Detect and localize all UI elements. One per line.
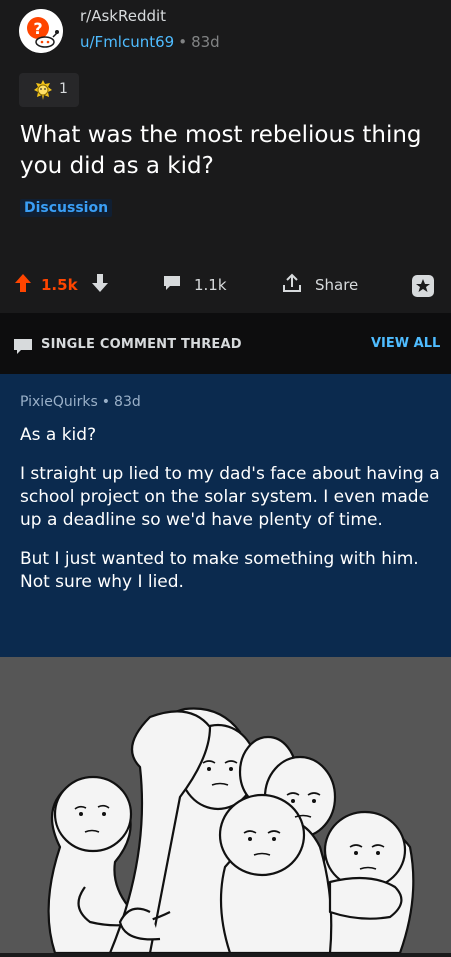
separator-dot: • (101, 394, 111, 410)
post-flair[interactable]: Discussion (20, 199, 113, 217)
comment-paragraph: As a kid? (20, 425, 97, 445)
post-actions: 1.5k 1.1k Share (0, 265, 451, 305)
share-label: Share (315, 276, 359, 294)
comment-age: 83d (114, 394, 141, 410)
award-icon (33, 79, 53, 105)
comment-paragraph: I straight up lied to my dad's face abou… (20, 464, 440, 530)
upvote-icon[interactable] (14, 273, 32, 297)
post-author[interactable]: u/Fmlcunt69 (80, 33, 174, 51)
award-badge[interactable]: 1 (19, 73, 79, 107)
comment-card: PixieQuirks • 83d As a kid? I straight up … (0, 374, 451, 657)
post-title[interactable]: What was the most rebelious thing you di… (20, 120, 430, 182)
comments-button[interactable]: 1.1k (162, 265, 227, 305)
downvote-icon[interactable] (91, 273, 109, 297)
comment-count: 1.1k (194, 276, 227, 294)
thread-label: SINGLE COMMENT THREAD (41, 337, 242, 352)
view-all-link[interactable]: VIEW ALL (371, 336, 440, 351)
subreddit-name[interactable]: r/AskReddit (80, 7, 166, 25)
share-icon (281, 272, 303, 298)
upvote-count: 1.5k (41, 276, 78, 294)
svg-text:?: ? (33, 19, 42, 38)
vote-group: 1.5k (14, 265, 109, 305)
comment-author[interactable]: PixieQuirks (20, 394, 98, 410)
save-icon[interactable] (410, 273, 436, 303)
post-card: ? r/AskReddit u/Fmlcunt69 • 83d 1 What was… (0, 0, 451, 312)
thread-icon (13, 338, 33, 360)
group-hug-meme-image (0, 657, 451, 955)
separator-dot: • (178, 33, 188, 51)
award-count: 1 (59, 81, 68, 97)
single-comment-thread-bar: SINGLE COMMENT THREAD VIEW ALL (0, 313, 451, 374)
askreddit-logo-icon[interactable]: ? (19, 9, 63, 53)
comment-paragraph: But I just wanted to make something with… (20, 549, 419, 592)
comment-meta: PixieQuirks • 83d (20, 394, 141, 410)
post-author-line: u/Fmlcunt69 • 83d (80, 33, 220, 51)
post-age: 83d (191, 33, 220, 51)
comment-body: As a kid? I straight up lied to my dad's… (20, 424, 440, 610)
share-button[interactable]: Share (281, 265, 358, 305)
comment-icon (162, 274, 182, 296)
